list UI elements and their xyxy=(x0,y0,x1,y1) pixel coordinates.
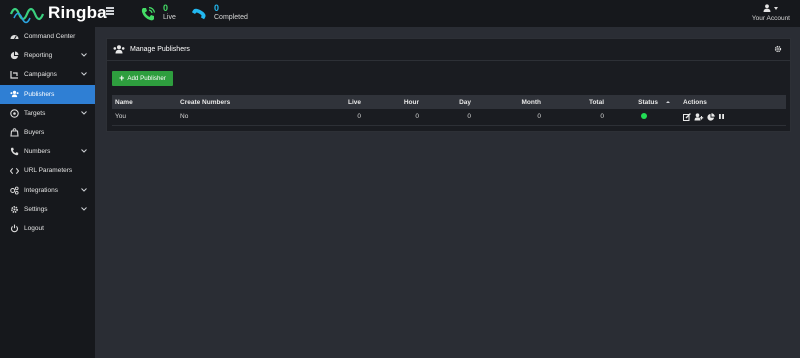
sidebar-item-command-center[interactable]: Command Center xyxy=(0,27,95,46)
add-publisher-button[interactable]: + Add Publisher xyxy=(112,71,173,86)
cell-hour: 0 xyxy=(364,109,422,126)
sidebar-item-label: Numbers xyxy=(24,148,51,156)
user-icon xyxy=(763,4,771,12)
column-header-name[interactable]: Name xyxy=(112,95,177,109)
users-icon xyxy=(113,45,125,54)
sidebar-item-publishers[interactable]: Publishers xyxy=(0,84,95,104)
sidebar-item-buyers[interactable]: Buyers xyxy=(0,123,95,142)
live-count: 0 xyxy=(163,3,169,13)
sidebar-item-label: Integrations xyxy=(24,186,58,194)
cell-live: 0 xyxy=(332,109,364,126)
column-header-actions: Actions xyxy=(673,95,786,109)
top-bar: Ringba 0 Live 0 Completed Your Account xyxy=(0,0,800,27)
column-header-day[interactable]: Day xyxy=(422,95,474,109)
campaign-icon xyxy=(10,70,19,80)
sidebar-item-label: URL Parameters xyxy=(24,167,73,175)
users-icon xyxy=(10,90,19,99)
cell-create-numbers: No xyxy=(177,109,332,126)
buyers-icon xyxy=(10,128,19,137)
column-header-live[interactable]: Live xyxy=(332,95,364,109)
sidebar-item-label: Campaigns xyxy=(24,71,57,79)
plus-icon: + xyxy=(119,73,125,83)
phone-completed-icon xyxy=(191,8,206,20)
column-header-create-numbers[interactable]: Create Numbers xyxy=(177,95,332,109)
ringba-wave-icon xyxy=(10,7,44,24)
target-icon xyxy=(10,109,19,118)
chart-icon xyxy=(10,51,19,60)
chevron-down-icon xyxy=(81,110,87,115)
column-header-hour[interactable]: Hour xyxy=(364,95,422,109)
sidebar-item-label: Targets xyxy=(24,109,46,117)
dashboard-icon xyxy=(10,32,19,41)
sidebar-item-label: Reporting xyxy=(24,52,53,60)
manage-publishers-panel: Manage Publishers + Add Publisher Name C… xyxy=(106,38,791,132)
sidebar-item-integrations[interactable]: Integrations xyxy=(0,181,95,200)
sidebar-item-url-parameters[interactable]: URL Parameters xyxy=(0,161,95,180)
chevron-down-icon xyxy=(81,187,87,192)
chevron-down-icon xyxy=(81,206,87,211)
integrations-icon xyxy=(10,186,19,195)
sidebar-item-logout[interactable]: Logout xyxy=(0,219,95,238)
column-header-total[interactable]: Total xyxy=(544,95,607,109)
completed-label: Completed xyxy=(214,14,248,21)
sidebar-item-label: Logout xyxy=(24,224,44,232)
phone-live-icon xyxy=(141,6,156,21)
sort-ascending-icon xyxy=(666,100,670,103)
add-publisher-label: Add Publisher xyxy=(127,75,166,82)
pause-icon[interactable] xyxy=(718,113,725,120)
settings-gear-icon[interactable] xyxy=(774,45,782,53)
completed-calls-stat[interactable]: 0 Completed xyxy=(191,3,248,23)
sidebar: Command Center Reporting Campaigns Publi… xyxy=(0,27,95,358)
sidebar-item-label: Command Center xyxy=(24,33,76,41)
brand-name: Ringba xyxy=(48,3,107,22)
cell-name: You xyxy=(112,109,177,126)
chevron-down-icon xyxy=(81,72,87,77)
column-header-status-label: Status xyxy=(638,98,658,106)
account-menu[interactable]: Your Account xyxy=(752,3,790,22)
gear-icon xyxy=(10,205,19,214)
column-header-status[interactable]: Status xyxy=(607,95,673,109)
cell-day: 0 xyxy=(422,109,474,126)
cell-actions xyxy=(673,109,786,126)
live-label: Live xyxy=(163,14,176,21)
cell-month: 0 xyxy=(474,109,544,126)
sidebar-item-label: Buyers xyxy=(24,129,45,137)
account-label: Your Account xyxy=(751,15,790,22)
sidebar-item-reporting[interactable]: Reporting xyxy=(0,46,95,65)
sidebar-item-numbers[interactable]: Numbers xyxy=(0,142,95,161)
sidebar-item-campaigns[interactable]: Campaigns xyxy=(0,65,95,84)
chevron-down-icon xyxy=(81,149,87,153)
code-icon xyxy=(10,166,19,175)
edit-icon[interactable] xyxy=(683,112,691,121)
panel-title: Manage Publishers xyxy=(130,46,190,53)
cell-total: 0 xyxy=(544,109,607,126)
sidebar-item-settings[interactable]: Settings xyxy=(0,200,95,219)
manage-users-icon[interactable] xyxy=(694,113,704,121)
sidebar-item-label: Settings xyxy=(24,205,48,213)
chevron-down-icon xyxy=(81,53,87,57)
menu-toggle-icon[interactable] xyxy=(106,7,114,15)
table-header-row: Name Create Numbers Live Hour Day Month … xyxy=(112,95,786,109)
phone-icon xyxy=(10,147,19,156)
completed-count: 0 xyxy=(214,3,220,13)
publishers-table: Name Create Numbers Live Hour Day Month … xyxy=(112,95,786,126)
table-row: You No 0 0 0 0 0 xyxy=(112,109,786,126)
chevron-down-icon xyxy=(774,6,779,10)
report-chart-icon[interactable] xyxy=(707,113,715,121)
sidebar-item-targets[interactable]: Targets xyxy=(0,104,95,123)
column-header-month[interactable]: Month xyxy=(474,95,544,109)
power-icon xyxy=(10,224,19,233)
sidebar-item-label: Publishers xyxy=(24,90,55,98)
panel-header: Manage Publishers xyxy=(107,39,790,61)
ringba-logo[interactable]: Ringba xyxy=(10,2,107,24)
status-active-dot xyxy=(641,112,647,119)
live-calls-stat[interactable]: 0 Live xyxy=(140,3,176,23)
cell-status xyxy=(607,109,673,126)
